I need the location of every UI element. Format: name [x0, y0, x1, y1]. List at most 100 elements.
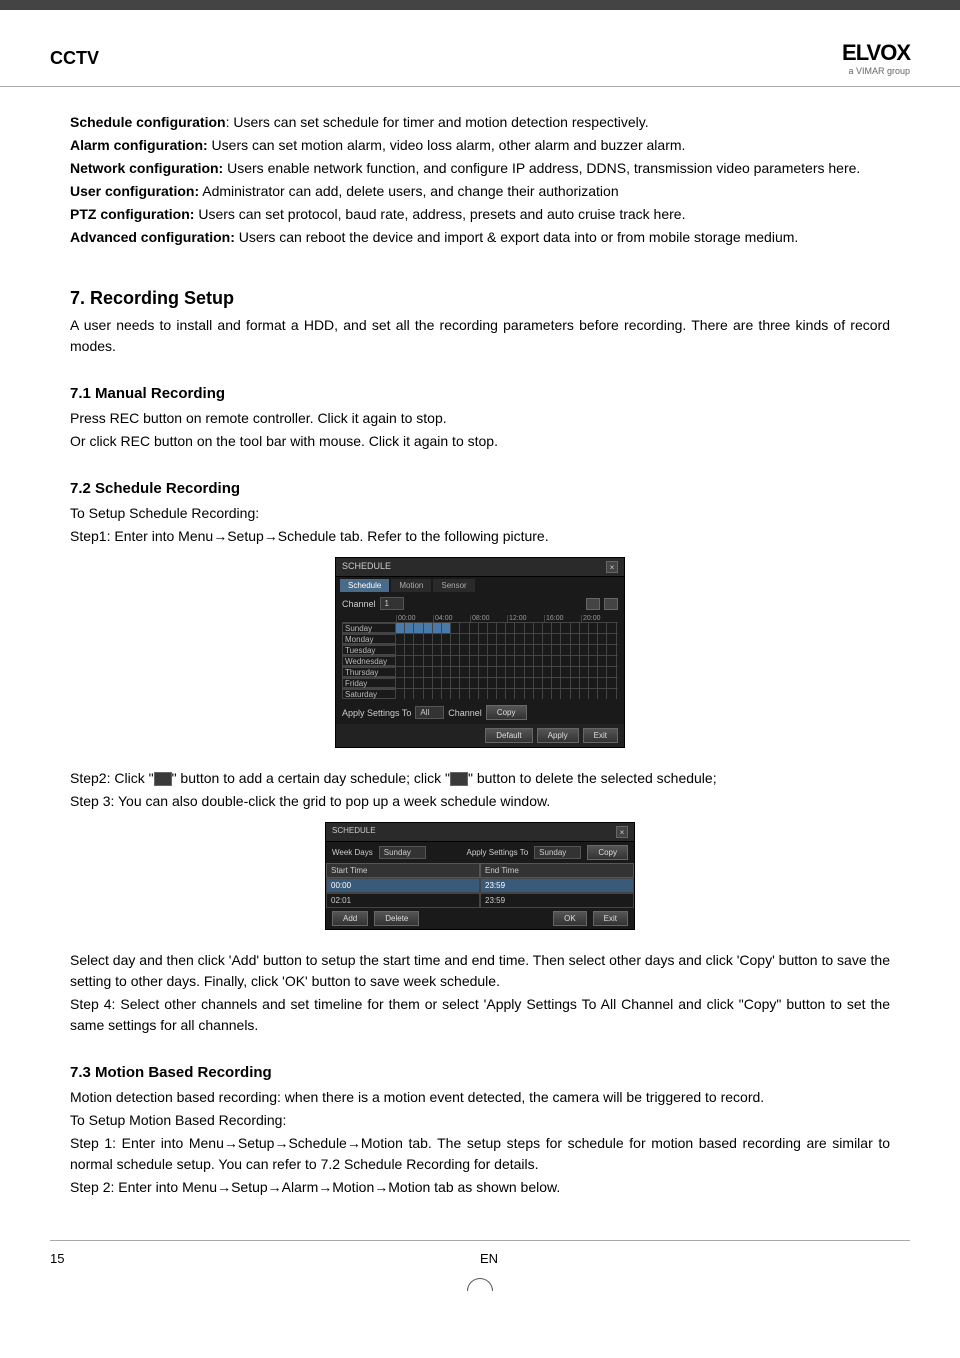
grid-cell[interactable] — [451, 634, 460, 644]
grid-cell[interactable] — [552, 645, 561, 655]
grid-cell[interactable] — [414, 656, 423, 666]
week-exit-button[interactable]: Exit — [593, 911, 628, 926]
grid-cell[interactable] — [607, 689, 616, 699]
grid-cell[interactable] — [451, 656, 460, 666]
grid-cell[interactable] — [543, 634, 552, 644]
grid-cell[interactable] — [543, 656, 552, 666]
grid-cell[interactable] — [405, 623, 414, 633]
grid-cell[interactable] — [561, 667, 570, 677]
grid-cell[interactable] — [470, 678, 479, 688]
grid-cell[interactable] — [470, 667, 479, 677]
grid-row-saturday[interactable]: Saturday — [342, 688, 618, 699]
week-row-1[interactable]: 02:01 23:59 — [326, 893, 634, 908]
grid-cell[interactable] — [488, 667, 497, 677]
grid-cell[interactable] — [460, 645, 469, 655]
grid-cell[interactable] — [433, 623, 442, 633]
grid-cell[interactable] — [497, 623, 506, 633]
grid-cell[interactable] — [589, 678, 598, 688]
grid-cell[interactable] — [589, 645, 598, 655]
add-button[interactable]: Add — [332, 911, 368, 926]
grid-cell[interactable] — [405, 667, 414, 677]
grid-cell[interactable] — [488, 656, 497, 666]
apply-select[interactable]: All — [415, 706, 444, 719]
grid-cell[interactable] — [571, 656, 580, 666]
grid-cell[interactable] — [479, 656, 488, 666]
grid-cell[interactable] — [525, 623, 534, 633]
grid-cell[interactable] — [396, 678, 405, 688]
close-icon[interactable]: × — [606, 561, 618, 573]
grid-cell[interactable] — [497, 689, 506, 699]
apply-button[interactable]: Apply — [537, 728, 579, 743]
grid-cell[interactable] — [506, 623, 515, 633]
grid-cell[interactable] — [433, 667, 442, 677]
grid-cell[interactable] — [598, 634, 607, 644]
channel-select[interactable]: 1 — [380, 597, 404, 610]
grid-cell[interactable] — [598, 623, 607, 633]
grid-row-sunday[interactable]: Sunday — [342, 622, 618, 633]
week-apply-select[interactable]: Sunday — [534, 846, 581, 859]
grid-cell[interactable] — [607, 645, 616, 655]
grid-cell[interactable] — [506, 634, 515, 644]
grid-cell[interactable] — [470, 689, 479, 699]
grid-cell[interactable] — [506, 656, 515, 666]
grid-cell[interactable] — [580, 667, 589, 677]
grid-cell[interactable] — [561, 645, 570, 655]
grid-cell[interactable] — [552, 634, 561, 644]
grid-cell[interactable] — [571, 678, 580, 688]
grid-cell[interactable] — [396, 656, 405, 666]
grid-cell[interactable] — [561, 689, 570, 699]
grid-cell[interactable] — [460, 667, 469, 677]
grid-cell[interactable] — [607, 678, 616, 688]
grid-cell[interactable] — [460, 634, 469, 644]
grid-cell[interactable] — [525, 634, 534, 644]
grid-cell[interactable] — [515, 623, 524, 633]
grid-cell[interactable] — [589, 689, 598, 699]
grid-cell[interactable] — [561, 623, 570, 633]
grid-cell[interactable] — [433, 645, 442, 655]
grid-cell[interactable] — [506, 689, 515, 699]
grid-cell[interactable] — [396, 689, 405, 699]
grid-cell[interactable] — [497, 656, 506, 666]
tab-schedule[interactable]: Schedule — [340, 579, 389, 592]
grid-cell[interactable] — [534, 656, 543, 666]
grid-cell[interactable] — [424, 689, 433, 699]
copy-button[interactable]: Copy — [486, 705, 527, 720]
grid-cell[interactable] — [470, 623, 479, 633]
grid-cell[interactable] — [580, 645, 589, 655]
grid-cell[interactable] — [543, 623, 552, 633]
pencil-icon[interactable] — [586, 598, 600, 610]
grid-cell[interactable] — [479, 623, 488, 633]
grid-cell[interactable] — [561, 656, 570, 666]
grid-cell[interactable] — [396, 634, 405, 644]
grid-cell[interactable] — [405, 645, 414, 655]
grid-cell[interactable] — [580, 678, 589, 688]
grid-cell[interactable] — [479, 634, 488, 644]
grid-cell[interactable] — [396, 623, 405, 633]
grid-cell[interactable] — [534, 623, 543, 633]
grid-cell[interactable] — [405, 689, 414, 699]
grid-cell[interactable] — [515, 634, 524, 644]
grid-cell[interactable] — [506, 645, 515, 655]
grid-cell[interactable] — [580, 634, 589, 644]
grid-cell[interactable] — [396, 645, 405, 655]
grid-cell[interactable] — [589, 623, 598, 633]
grid-cell[interactable] — [442, 678, 451, 688]
grid-cell[interactable] — [607, 656, 616, 666]
grid-cell[interactable] — [488, 645, 497, 655]
grid-cell[interactable] — [525, 678, 534, 688]
grid-cell[interactable] — [571, 623, 580, 633]
grid-cell[interactable] — [451, 689, 460, 699]
grid-cell[interactable] — [607, 634, 616, 644]
grid-cell[interactable] — [534, 689, 543, 699]
default-button[interactable]: Default — [485, 728, 532, 743]
grid-cell[interactable] — [534, 645, 543, 655]
weekdays-select[interactable]: Sunday — [379, 846, 426, 859]
grid-cell[interactable] — [506, 678, 515, 688]
grid-cell[interactable] — [552, 667, 561, 677]
grid-cell[interactable] — [479, 645, 488, 655]
grid-cell[interactable] — [405, 656, 414, 666]
grid-cell[interactable] — [442, 667, 451, 677]
grid-cell[interactable] — [571, 634, 580, 644]
grid-cell[interactable] — [543, 667, 552, 677]
grid-cell[interactable] — [580, 623, 589, 633]
